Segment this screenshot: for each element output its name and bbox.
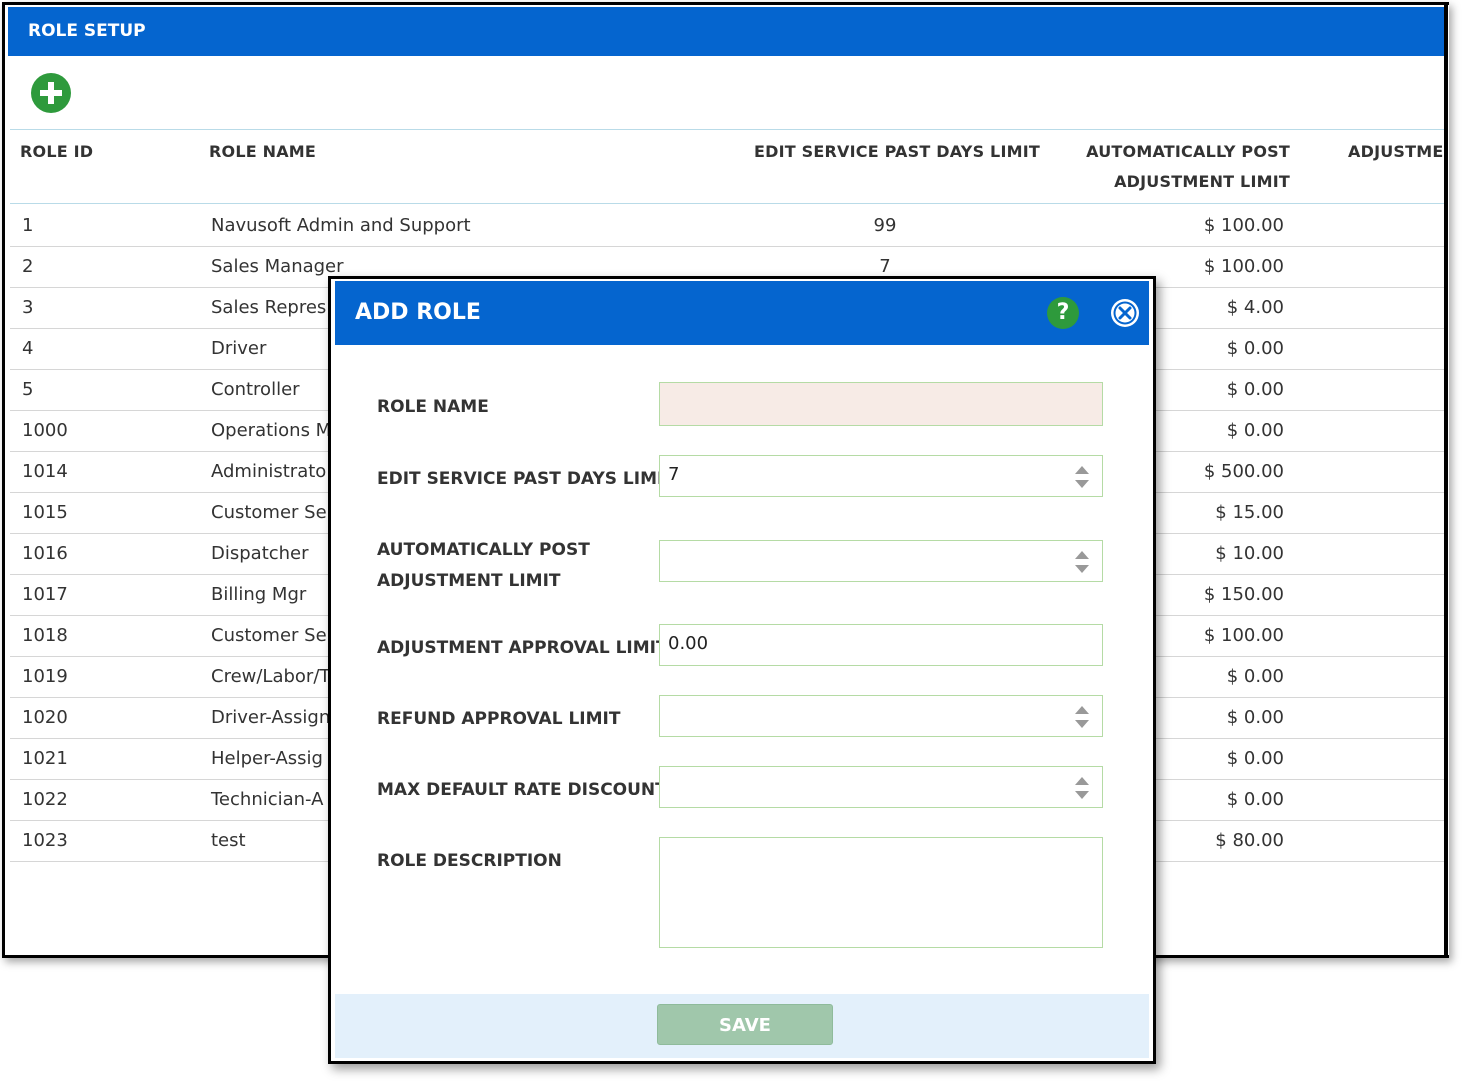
add-role-dialog: ADD ROLE ? ROLE NAME EDIT SERVICE PAST D… xyxy=(328,276,1156,1064)
edit-days-cell: 99 xyxy=(873,215,897,236)
role-name-cell: Driver xyxy=(211,338,267,359)
auto-post-input[interactable] xyxy=(659,540,1103,582)
col-header-auto-post-line2: ADJUSTMENT LIMIT xyxy=(1114,172,1290,191)
window-border xyxy=(1444,2,1448,957)
role-id-cell: 1020 xyxy=(22,707,68,728)
col-header-role-id[interactable]: ROLE ID xyxy=(20,138,93,166)
role-name-cell: Dispatcher xyxy=(211,543,309,564)
auto-post-cell: $ 0.00 xyxy=(1226,420,1284,441)
role-id-cell: 1000 xyxy=(22,420,68,441)
auto-post-cell: $ 0.00 xyxy=(1226,748,1284,769)
auto-post-label: AUTOMATICALLY POST ADJUSTMENT LIMIT xyxy=(377,535,590,597)
edit-days-label: EDIT SERVICE PAST DAYS LIMIT xyxy=(377,469,675,489)
save-button[interactable]: SAVE xyxy=(657,1004,833,1045)
role-name-cell: Helper-Assig xyxy=(211,748,323,769)
auto-post-cell: $ 80.00 xyxy=(1215,830,1284,851)
role-id-cell: 2 xyxy=(22,256,34,277)
role-id-cell: 1017 xyxy=(22,584,68,605)
role-id-cell: 4 xyxy=(22,338,34,359)
role-id-cell: 1015 xyxy=(22,502,68,523)
table-row[interactable]: 1 Navusoft Admin and Support 99 $ 100.00 xyxy=(10,205,1444,247)
max-discount-input[interactable] xyxy=(659,766,1103,808)
role-name-cell: Customer Se xyxy=(211,625,327,646)
spinner-icon[interactable] xyxy=(1074,549,1090,575)
role-name-input[interactable] xyxy=(659,382,1103,426)
role-id-cell: 1023 xyxy=(22,830,68,851)
dialog-title: ADD ROLE xyxy=(355,300,481,325)
edit-days-value: 7 xyxy=(668,464,680,485)
dialog-header: ADD ROLE ? xyxy=(335,281,1149,345)
add-role-button[interactable] xyxy=(31,73,71,113)
auto-post-cell: $ 0.00 xyxy=(1226,789,1284,810)
role-name-cell: Customer Se xyxy=(211,502,327,523)
role-id-cell: 1016 xyxy=(22,543,68,564)
auto-post-cell: $ 10.00 xyxy=(1215,543,1284,564)
auto-post-cell: $ 100.00 xyxy=(1203,215,1284,236)
role-name-cell: Technician-A xyxy=(211,789,324,810)
col-header-role-name[interactable]: ROLE NAME xyxy=(209,138,316,166)
col-header-auto-post-line1: AUTOMATICALLY POST xyxy=(1086,142,1290,161)
role-id-cell: 1018 xyxy=(22,625,68,646)
role-id-cell: 3 xyxy=(22,297,34,318)
max-discount-label: MAX DEFAULT RATE DISCOUNT xyxy=(377,780,667,800)
role-description-textarea[interactable] xyxy=(659,837,1103,948)
role-id-cell: 1019 xyxy=(22,666,68,687)
role-id-cell: 1022 xyxy=(22,789,68,810)
refund-approval-label: REFUND APPROVAL LIMIT xyxy=(377,709,621,729)
auto-post-cell: $ 150.00 xyxy=(1203,584,1284,605)
col-header-adjustment[interactable]: ADJUSTME xyxy=(1348,138,1444,166)
role-name-cell: Sales Manager xyxy=(211,256,344,277)
role-name-cell: Navusoft Admin and Support xyxy=(211,215,471,236)
auto-post-cell: $ 0.00 xyxy=(1226,707,1284,728)
auto-post-cell: $ 0.00 xyxy=(1226,666,1284,687)
edit-days-input[interactable]: 7 xyxy=(659,455,1103,497)
auto-post-cell: $ 0.00 xyxy=(1226,338,1284,359)
role-id-cell: 1 xyxy=(22,215,34,236)
role-id-cell: 1021 xyxy=(22,748,68,769)
auto-post-cell: $ 15.00 xyxy=(1215,502,1284,523)
role-name-cell: Administrato xyxy=(211,461,327,482)
role-name-cell: Crew/Labor/T xyxy=(211,666,331,687)
auto-post-cell: $ 100.00 xyxy=(1203,256,1284,277)
table-header-divider xyxy=(10,203,1444,204)
spinner-icon[interactable] xyxy=(1074,464,1090,490)
plus-icon xyxy=(40,82,62,104)
auto-post-label-line2: ADJUSTMENT LIMIT xyxy=(377,571,561,591)
spinner-icon[interactable] xyxy=(1074,775,1090,801)
auto-post-cell: $ 100.00 xyxy=(1203,625,1284,646)
help-icon[interactable]: ? xyxy=(1047,297,1079,329)
auto-post-cell: $ 0.00 xyxy=(1226,379,1284,400)
auto-post-cell: $ 4.00 xyxy=(1226,297,1284,318)
role-setup-header: ROLE SETUP xyxy=(8,7,1444,56)
role-name-cell: Operations M xyxy=(211,420,332,441)
auto-post-label-line1: AUTOMATICALLY POST xyxy=(377,540,590,560)
adj-approval-value: 0.00 xyxy=(668,633,709,654)
role-name-cell: Sales Repres xyxy=(211,297,327,318)
table-divider xyxy=(10,129,1444,130)
role-id-cell: 5 xyxy=(22,379,34,400)
role-name-cell: Controller xyxy=(211,379,300,400)
page-title: ROLE SETUP xyxy=(28,21,146,41)
adj-approval-input[interactable]: 0.00 xyxy=(659,624,1103,666)
role-name-cell: Driver-Assign xyxy=(211,707,331,728)
role-name-cell: Billing Mgr xyxy=(211,584,307,605)
refund-approval-input[interactable] xyxy=(659,695,1103,737)
close-icon[interactable] xyxy=(1110,298,1140,328)
role-name-cell: test xyxy=(211,830,246,851)
role-name-label: ROLE NAME xyxy=(377,397,489,417)
spinner-icon[interactable] xyxy=(1074,704,1090,730)
col-header-edit-days[interactable]: EDIT SERVICE PAST DAYS LIMIT xyxy=(754,138,1040,166)
auto-post-cell: $ 500.00 xyxy=(1203,461,1284,482)
role-description-label: ROLE DESCRIPTION xyxy=(377,851,562,871)
edit-days-cell: 7 xyxy=(879,256,891,277)
role-id-cell: 1014 xyxy=(22,461,68,482)
dialog-footer: SAVE xyxy=(335,994,1149,1058)
adj-approval-label: ADJUSTMENT APPROVAL LIMIT xyxy=(377,638,668,658)
col-header-auto-post[interactable]: AUTOMATICALLY POST ADJUSTMENT LIMIT xyxy=(1080,138,1290,196)
